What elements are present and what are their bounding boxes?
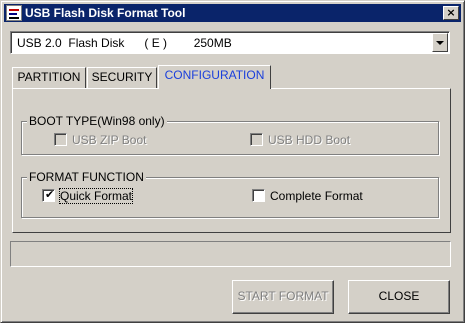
format-function-group: FORMAT FUNCTION ✔ Quick Format Complete … <box>21 170 439 218</box>
quick-format-label: Quick Format <box>58 188 134 204</box>
tab-partition[interactable]: PARTITION <box>12 67 86 89</box>
checkbox-box[interactable] <box>54 133 67 146</box>
checkmark-icon: ✔ <box>45 188 55 201</box>
usb-zip-boot-label: USB ZIP Boot <box>72 133 147 147</box>
format-tool-window: USB Flash Disk Format Tool × USB 2.0 Fla… <box>0 0 465 323</box>
status-field <box>10 241 451 267</box>
tab-configuration[interactable]: CONFIGURATION <box>158 65 271 89</box>
close-icon[interactable]: × <box>443 6 459 20</box>
configuration-panel: BOOT TYPE(Win98 only) USB ZIP Boot USB H… <box>12 88 451 233</box>
start-format-button[interactable]: START FORMAT <box>232 280 334 314</box>
format-function-label: FORMAT FUNCTION <box>27 170 146 184</box>
close-button[interactable]: CLOSE <box>348 280 450 314</box>
boot-type-label: BOOT TYPE(Win98 only) <box>27 114 167 128</box>
title-bar[interactable]: USB Flash Disk Format Tool × <box>4 4 461 22</box>
checkbox-box[interactable] <box>250 133 263 146</box>
checkbox-box[interactable]: ✔ <box>42 189 55 202</box>
app-icon <box>6 5 22 21</box>
usb-hdd-boot-label: USB HDD Boot <box>268 133 351 147</box>
window-title: USB Flash Disk Format Tool <box>25 6 186 20</box>
boot-type-group: BOOT TYPE(Win98 only) USB ZIP Boot USB H… <box>21 114 439 155</box>
device-select-value: USB 2.0 Flash Disk ( E ) 250MB <box>17 36 232 50</box>
complete-format-label: Complete Format <box>270 189 363 203</box>
chevron-down-icon[interactable] <box>432 33 448 52</box>
tab-security[interactable]: SECURITY <box>87 67 157 89</box>
checkbox-box[interactable] <box>252 189 265 202</box>
device-select[interactable]: USB 2.0 Flash Disk ( E ) 250MB <box>10 31 450 54</box>
